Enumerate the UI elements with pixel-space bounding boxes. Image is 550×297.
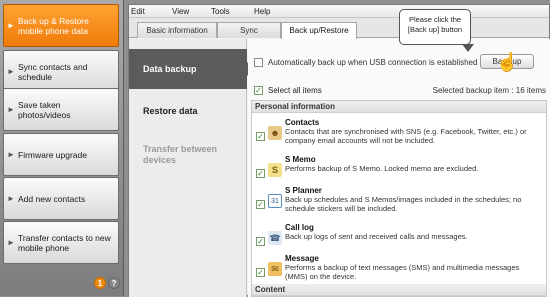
select-all-row: ✓ Select all items Selected backup item …	[254, 85, 546, 97]
selected-count: Selected backup item : 16 items	[432, 86, 546, 95]
sidebar-item-label: Sync contacts and schedule	[18, 61, 88, 82]
sidebar-item-label: Add new contacts	[18, 193, 86, 204]
sidebar-item-label: Back up & Restore mobile phone data	[18, 15, 89, 36]
calendar-icon: 31	[268, 194, 282, 208]
sidebar-item-sync[interactable]: ► Sync contacts and schedule	[3, 50, 119, 93]
arrow-right-icon: ►	[7, 237, 15, 247]
list-item: ✓ S S Memo Performs backup of S Memo. Lo…	[252, 155, 546, 185]
nav-restore-data[interactable]: Restore data	[129, 91, 247, 131]
backup-nav: Data backup Restore data Transfer betwee…	[129, 39, 254, 297]
item-checkbox[interactable]: ✓	[256, 268, 265, 277]
main-window: Edit View Tools Help Basic information S…	[128, 4, 550, 297]
tab-basic-information[interactable]: Basic information	[137, 22, 217, 38]
menu-edit[interactable]: Edit	[131, 7, 145, 16]
sidebar-item-transfer-contacts[interactable]: ► Transfer contacts to new mobile phone	[3, 221, 119, 264]
item-checkbox[interactable]: ✓	[256, 200, 265, 209]
select-all-label: Select all items	[268, 86, 322, 95]
menu-tools[interactable]: Tools	[211, 7, 230, 16]
nav-label: Restore data	[143, 106, 198, 116]
item-checkbox[interactable]: ✓	[256, 169, 265, 178]
item-name: Call log	[285, 223, 314, 232]
sidebar-item-label: Save taken photos/videos	[18, 99, 71, 120]
contacts-icon: ☻	[268, 126, 282, 140]
list-item: ✓ 31 S Planner Back up schedules and S M…	[252, 186, 546, 222]
help-badge[interactable]: ?	[108, 277, 120, 289]
menu-bar: Edit View Tools Help	[129, 5, 549, 18]
arrow-right-icon: ►	[7, 193, 15, 203]
sidebar-item-firmware[interactable]: ► Firmware upgrade	[3, 133, 119, 176]
envelope-icon: ✉	[268, 262, 282, 276]
left-sidebar: ► Back up & Restore mobile phone data ► …	[0, 0, 124, 296]
sidebar-footer: 1 ?	[0, 274, 124, 296]
item-name: S Planner	[285, 186, 322, 195]
item-checkbox[interactable]: ✓	[256, 132, 265, 141]
nav-label: Data backup	[143, 64, 197, 74]
tooltip-tail	[462, 44, 474, 52]
auto-backup-checkbox[interactable]	[254, 58, 263, 67]
item-desc: Contacts that are synchronised with SNS …	[285, 127, 527, 145]
sidebar-item-label: Firmware upgrade	[18, 149, 87, 160]
item-desc: Back up schedules and S Memos/images inc…	[285, 195, 522, 213]
section-header-personal: Personal information	[252, 101, 546, 113]
select-all-checkbox[interactable]: ✓	[254, 86, 263, 95]
item-name: S Memo	[285, 155, 316, 164]
sidebar-item-backup-restore[interactable]: ► Back up & Restore mobile phone data	[3, 4, 119, 47]
list-item: ✓ ☻ Contacts Contacts that are synchroni…	[252, 118, 546, 152]
item-desc: Performs a backup of text messages (SMS)…	[285, 263, 520, 281]
sidebar-item-add-contacts[interactable]: ► Add new contacts	[3, 177, 119, 220]
notification-badge[interactable]: 1	[94, 277, 106, 289]
menu-help[interactable]: Help	[254, 7, 270, 16]
arrow-right-icon: ►	[7, 149, 15, 159]
item-name: Message	[285, 254, 319, 263]
auto-backup-label: Automatically back up when USB connectio…	[268, 58, 478, 67]
tab-sync[interactable]: Sync	[217, 22, 281, 38]
s-memo-icon: S	[268, 163, 282, 177]
arrow-right-icon: ►	[7, 104, 15, 114]
tab-bar: Basic information Sync Back up/Restore	[129, 18, 549, 39]
sidebar-item-save-photos[interactable]: ► Save taken photos/videos	[3, 88, 119, 131]
list-item: ✓ ☎ Call log Back up logs of sent and re…	[252, 223, 546, 253]
backup-content: Automatically back up when USB connectio…	[248, 39, 550, 297]
arrow-right-icon: ►	[7, 20, 15, 30]
tooltip-callout: Please click the [Back up] button	[399, 9, 471, 45]
hand-cursor-icon: ☝	[496, 52, 519, 72]
item-desc: Performs backup of S Memo. Locked memo a…	[285, 164, 479, 173]
nav-label: Transfer between devices	[143, 144, 218, 165]
nav-data-backup[interactable]: Data backup	[129, 49, 254, 89]
backup-item-list: Personal information ✓ ☻ Contacts Contac…	[251, 100, 547, 297]
list-item: ✓ ✉ Message Performs a backup of text me…	[252, 254, 546, 284]
item-desc: Back up logs of sent and received calls …	[285, 232, 468, 241]
item-name: Contacts	[285, 118, 320, 127]
menu-view[interactable]: View	[172, 7, 189, 16]
nav-transfer-between-devices[interactable]: Transfer between devices	[129, 135, 247, 175]
sidebar-item-label: Transfer contacts to new mobile phone	[18, 232, 111, 253]
arrow-right-icon: ►	[7, 66, 15, 76]
item-checkbox[interactable]: ✓	[256, 237, 265, 246]
phone-icon: ☎	[268, 231, 282, 245]
tab-backup-restore[interactable]: Back up/Restore	[281, 22, 357, 39]
section-header-content: Content	[252, 284, 546, 296]
